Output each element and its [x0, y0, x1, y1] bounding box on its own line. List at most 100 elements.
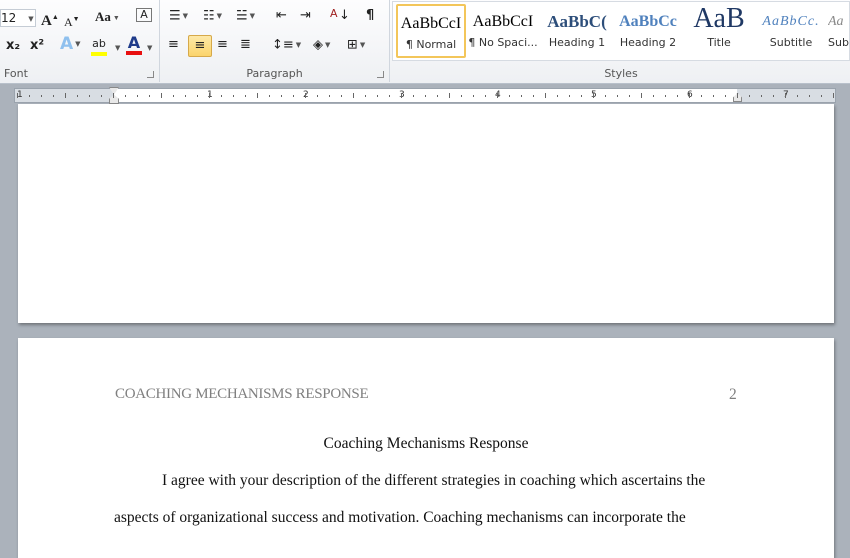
style-title[interactable]: AaB Title [684, 4, 754, 58]
font-color-dropdown[interactable]: ▼ [145, 40, 152, 57]
page-2: COACHING MECHANISMS RESPONSE 2 Coaching … [18, 338, 834, 558]
styles-group-label: Styles [604, 67, 638, 80]
ruler-tick [425, 95, 426, 97]
style-preview: AaBbCc. [762, 14, 820, 29]
styles-group: AaBbCcI ¶ Normal AaBbCcI ¶ No Spaci... AaB… [392, 0, 850, 82]
ruler-tick [77, 95, 78, 97]
ruler-tick [641, 93, 642, 98]
ruler-tick [17, 93, 18, 98]
clear-formatting-icon[interactable]: A [136, 8, 152, 22]
decrease-indent-icon[interactable]: ⇤ [276, 8, 287, 24]
sort-icon[interactable]: A [330, 6, 338, 22]
ruler-tick [365, 95, 366, 97]
style-name: ¶ Normal [405, 38, 457, 51]
font-size-value: 12 [1, 11, 17, 25]
ruler-tick [221, 95, 222, 97]
style-preview: Aa [828, 14, 844, 29]
multilevel-list-icon[interactable]: ☱ ▼ [236, 8, 255, 25]
style-name: Title [707, 36, 731, 49]
ruler-tick [101, 95, 102, 97]
ribbon: 12 ▼ A▲ A▼ Aa ▼ A x₂ x² A ▼ ab ▼ A ▼ Font ☰… [0, 0, 850, 84]
font-dialog-launcher[interactable] [147, 71, 154, 78]
ruler-tick [593, 93, 594, 98]
ruler-tick [137, 95, 138, 97]
style-preview: AaBbCc [619, 13, 677, 30]
ruler-tick [797, 95, 798, 97]
ruler-tick [305, 93, 306, 98]
running-header[interactable]: COACHING MECHANISMS RESPONSE [115, 386, 369, 403]
ruler-tick [617, 95, 618, 97]
font-size-box[interactable]: 12 ▼ [0, 9, 36, 27]
ruler-tick [173, 95, 174, 97]
numbering-icon[interactable]: ☷ ▼ [203, 8, 222, 25]
ruler-tick [317, 95, 318, 97]
paragraph-group-label: Paragraph [246, 67, 303, 80]
style-normal[interactable]: AaBbCcI ¶ Normal [396, 4, 466, 58]
ruler-tick [773, 95, 774, 97]
body-line[interactable]: I agree with your description of the dif… [162, 472, 705, 490]
bullets-icon[interactable]: ☰ ▼ [169, 8, 188, 25]
ruler-tick [437, 95, 438, 97]
ruler-tick [53, 95, 54, 97]
style-name: Subtitle [769, 36, 813, 49]
style-preview: AaBbC( [547, 12, 607, 31]
grow-font-icon[interactable]: A▲ [41, 9, 59, 29]
show-formatting-icon[interactable]: ¶ [366, 8, 374, 24]
ruler-tick [821, 95, 822, 97]
ruler-tick [65, 93, 66, 98]
ruler-tick [233, 95, 234, 97]
ruler-tick [629, 95, 630, 97]
style-name: Heading 2 [619, 36, 677, 49]
ruler-tick [377, 95, 378, 97]
ruler-tick [665, 95, 666, 97]
align-right-button[interactable]: ≡ [217, 37, 228, 53]
page-1 [18, 104, 834, 323]
highlight-dropdown[interactable]: ▼ [113, 40, 120, 57]
justify-button[interactable]: ≣ [240, 37, 251, 53]
ruler-tick [257, 93, 258, 98]
subscript-button[interactable]: x₂ [6, 38, 20, 54]
align-center-button[interactable]: ≡ [188, 35, 212, 57]
superscript-button[interactable]: x² [30, 38, 44, 54]
document-title[interactable]: Coaching Mechanisms Response [18, 435, 834, 453]
ruler-tick [245, 95, 246, 97]
style-preview: AaBbCcI [472, 13, 534, 30]
shrink-font-icon[interactable]: A▼ [64, 11, 80, 30]
ruler-tick [833, 93, 834, 98]
ruler-tick [197, 95, 198, 97]
ruler-tick [125, 95, 126, 97]
font-group: 12 ▼ A▲ A▼ Aa ▼ A x₂ x² A ▼ ab ▼ A ▼ Font [0, 0, 160, 82]
style-name: Heading 1 [548, 36, 606, 49]
style-subtitle[interactable]: AaBbCc. Subtitle [756, 4, 826, 58]
shading-icon[interactable]: ◈ ▼ [313, 37, 330, 54]
text-effects-icon[interactable]: A ▼ [60, 36, 81, 53]
ruler-tick [497, 93, 498, 98]
increase-indent-icon[interactable]: ⇥ [300, 8, 311, 24]
change-case-button[interactable]: Aa ▼ [95, 9, 120, 26]
ruler-tick [89, 95, 90, 97]
ruler-tick [113, 93, 114, 98]
highlight-icon[interactable]: ab [91, 36, 107, 56]
borders-icon[interactable]: ⊞ ▼ [347, 37, 365, 54]
align-left-button[interactable]: ≡ [168, 37, 179, 53]
ruler-tick [605, 95, 606, 97]
page-number: 2 [729, 386, 737, 403]
ruler-tick [293, 95, 294, 97]
style-no-spacing[interactable]: AaBbCcI ¶ No Spaci... [468, 4, 538, 58]
ruler-tick [509, 95, 510, 97]
style-subtle[interactable]: Aa Sub [828, 4, 850, 58]
style-heading-1[interactable]: AaBbC( Heading 1 [542, 4, 612, 58]
ruler-tick [569, 95, 570, 97]
horizontal-ruler[interactable]: 1 1 2 3 4 5 6 7 [14, 87, 836, 104]
body-line[interactable]: aspects of organizational success and mo… [114, 509, 686, 527]
ruler-tick [713, 95, 714, 97]
ruler-tick [545, 93, 546, 98]
ruler-tick [401, 93, 402, 98]
style-heading-2[interactable]: AaBbCc Heading 2 [613, 4, 683, 58]
line-spacing-icon[interactable]: ↕≡ ▼ [272, 37, 301, 54]
font-color-icon[interactable]: A [126, 35, 142, 55]
ruler-tick [737, 93, 738, 98]
ruler-tick [533, 95, 534, 97]
style-name: ¶ No Spaci... [468, 36, 538, 49]
paragraph-dialog-launcher[interactable] [377, 71, 384, 78]
